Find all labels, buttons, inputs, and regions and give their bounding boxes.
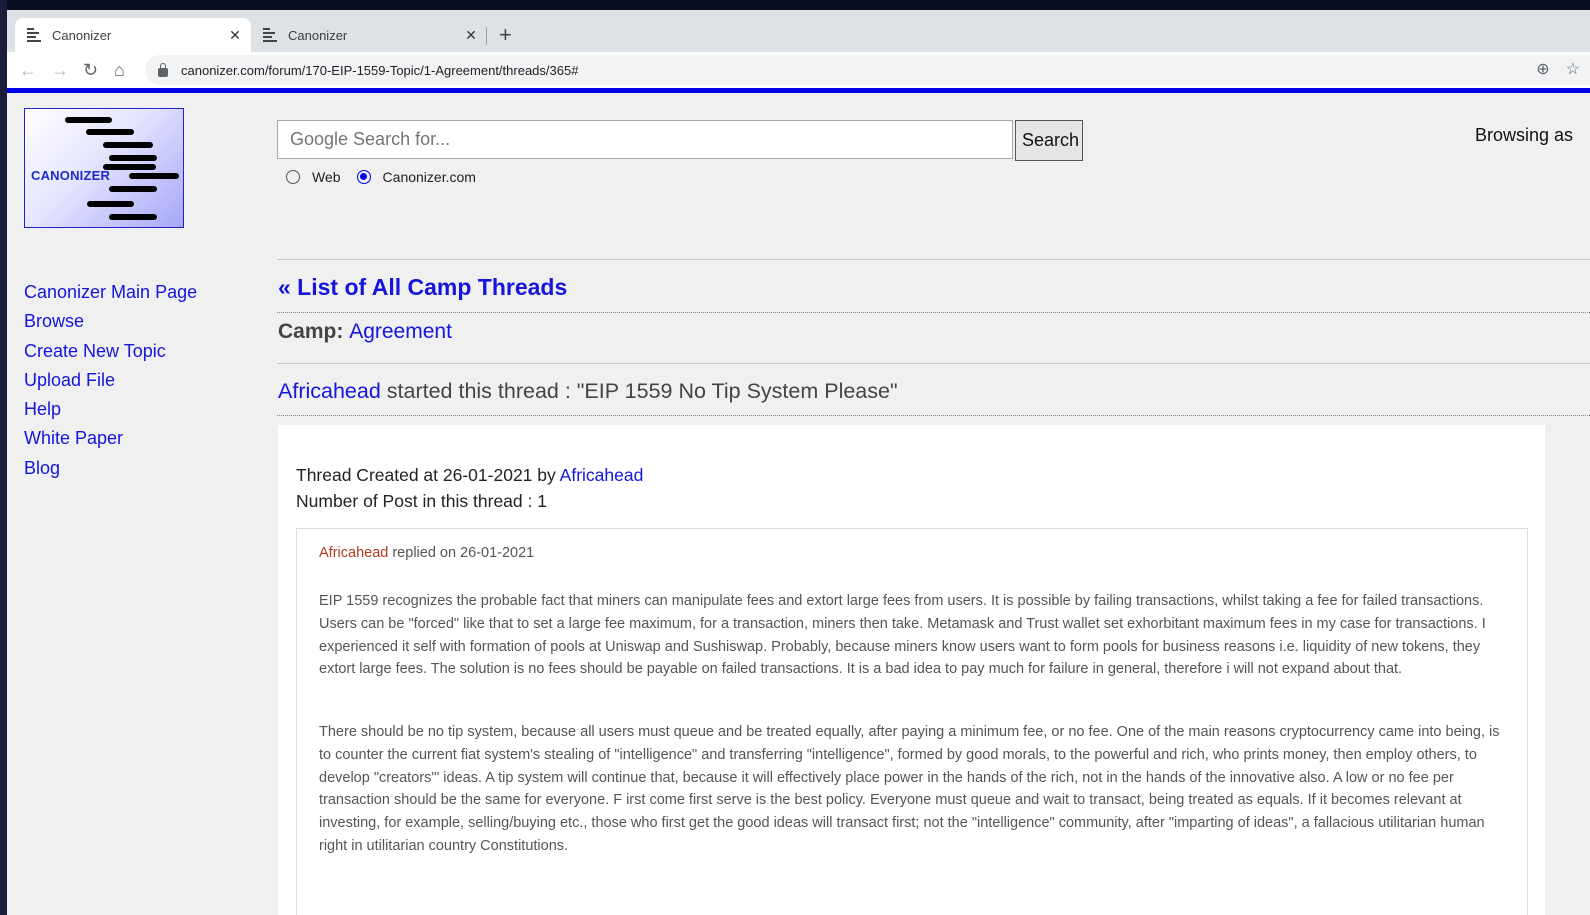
tab-title: Canonizer xyxy=(52,27,112,43)
radio-canonizer-label: Canonizer.com xyxy=(382,169,476,185)
tab-strip: Canonizer ✕ Canonizer ✕ + xyxy=(7,10,1590,52)
sidebar-item-canonizer-main-page[interactable]: Canonizer Main Page xyxy=(24,278,197,307)
sidebar-item-upload-file[interactable]: Upload File xyxy=(24,366,197,395)
created-by-link[interactable]: Africahead xyxy=(560,465,644,485)
canonizer-logo[interactable]: CANONIZER xyxy=(24,108,184,228)
thread-title-text: started this thread : "EIP 1559 No Tip S… xyxy=(380,379,898,403)
post-count: Number of Post in this thread : 1 xyxy=(296,491,547,511)
radio-web[interactable] xyxy=(286,170,300,184)
address-bar[interactable]: canonizer.com/forum/170-EIP-1559-Topic/1… xyxy=(145,55,1590,85)
divider xyxy=(277,259,1590,260)
canonizer-favicon-icon xyxy=(263,27,279,43)
browsing-as-label: Browsing as xyxy=(1475,125,1574,145)
post-paragraph: There should be no tip system, because a… xyxy=(319,724,1500,854)
new-tab-plus-icon[interactable]: + xyxy=(499,23,512,47)
logo-text: CANONIZER xyxy=(31,168,111,183)
search-scope-options: Web Canonizer.com xyxy=(286,169,476,185)
navigation-bar: ← → ↻ ⌂ canonizer.com/forum/170-EIP-1559… xyxy=(7,52,1590,88)
sidebar-nav: Canonizer Main Page Browse Create New To… xyxy=(24,278,197,483)
thread-meta: Thread Created at 26-01-2021 by Africahe… xyxy=(296,462,643,514)
sidebar-item-browse[interactable]: Browse xyxy=(24,307,197,336)
search-button[interactable]: Search xyxy=(1015,120,1083,161)
zoom-icon[interactable]: ⊕ xyxy=(1536,59,1549,79)
close-icon[interactable]: ✕ xyxy=(227,27,243,44)
divider xyxy=(277,312,1590,313)
camp-name-link[interactable]: Agreement xyxy=(349,320,452,343)
divider xyxy=(277,363,1590,364)
tab-title: Canonizer xyxy=(288,27,348,43)
browser-tab-active[interactable]: Canonizer ✕ xyxy=(15,18,251,52)
thread-author-link[interactable]: Africahead xyxy=(278,379,381,403)
lock-icon xyxy=(158,62,168,77)
search-input[interactable] xyxy=(277,120,1013,159)
sidebar-item-help[interactable]: Help xyxy=(24,395,197,424)
home-icon[interactable]: ⌂ xyxy=(114,58,125,82)
bookmark-star-icon[interactable]: ☆ xyxy=(1566,59,1580,79)
page-content: CANONIZER Canonizer Main Page Browse Cre… xyxy=(7,93,1590,915)
url-text: canonizer.com/forum/170-EIP-1559-Topic/1… xyxy=(181,62,579,78)
forward-arrow-icon[interactable]: → xyxy=(51,58,69,82)
close-icon[interactable]: ✕ xyxy=(463,27,479,44)
list-all-camp-threads-link[interactable]: « List of All Camp Threads xyxy=(278,274,567,301)
radio-canonizer[interactable] xyxy=(356,170,371,184)
desktop-background-left xyxy=(0,0,7,915)
thread-card: Thread Created at 26-01-2021 by Africahe… xyxy=(278,425,1545,915)
camp-heading: Camp: Agreement xyxy=(278,320,452,344)
divider xyxy=(277,415,1590,416)
created-prefix: Thread Created at 26-01-2021 by xyxy=(296,465,560,485)
browser-tab[interactable]: Canonizer ✕ xyxy=(251,18,487,52)
sidebar-item-white-paper[interactable]: White Paper xyxy=(24,424,197,453)
radio-web-label: Web xyxy=(312,169,341,185)
tab-separator xyxy=(486,27,487,45)
post-paragraph: EIP 1559 recognizes the probable fact th… xyxy=(319,593,1486,678)
back-arrow-icon[interactable]: ← xyxy=(19,58,37,82)
canonizer-favicon-icon xyxy=(27,27,43,43)
post-header: Africahead replied on 26-01-2021 xyxy=(319,545,534,561)
post-author-link[interactable]: Africahead xyxy=(319,545,388,561)
reload-icon[interactable]: ↻ xyxy=(83,58,98,82)
post: Africahead replied on 26-01-2021 EIP 155… xyxy=(296,528,1528,915)
browser-window: Canonizer ✕ Canonizer ✕ + ← → ↻ ⌂ canoni… xyxy=(7,10,1590,915)
thread-title: Africahead started this thread : "EIP 15… xyxy=(278,379,898,404)
post-replied-text: replied on 26-01-2021 xyxy=(388,545,535,561)
desktop-background-top xyxy=(0,0,1590,10)
camp-label: Camp: xyxy=(278,320,344,343)
sidebar-item-blog[interactable]: Blog xyxy=(24,454,197,483)
sidebar-item-create-new-topic[interactable]: Create New Topic xyxy=(24,337,197,366)
